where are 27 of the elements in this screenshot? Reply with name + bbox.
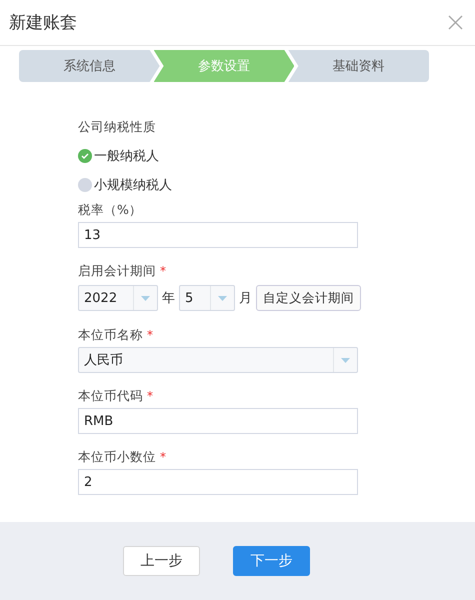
section-label: 公司纳税性质 (78, 118, 156, 135)
close-icon[interactable] (448, 15, 463, 30)
step-tab[interactable]: 基础资料 (288, 50, 430, 82)
field-label: 税率（%） (78, 201, 142, 218)
text-field[interactable]: 2 (78, 469, 358, 495)
required-mark: * (160, 264, 166, 278)
custom-period-button[interactable]: 自定义会计期间 (256, 285, 361, 311)
currency-dropdown[interactable]: 人民币 (78, 347, 358, 373)
required-mark: * (160, 450, 166, 464)
field-label: 本位币代码 (78, 387, 143, 404)
next-button[interactable]: 下一步 (233, 546, 310, 576)
year-dropdown[interactable]: 2022 (78, 285, 158, 311)
text-field[interactable]: 13 (78, 222, 358, 248)
field-label: 本位币小数位 (78, 448, 156, 465)
field-label: 本位币名称 (78, 326, 143, 343)
month-dropdown[interactable]: 5 (179, 285, 235, 311)
unit-label: 年 (162, 290, 175, 307)
dialog-title: 新建账套 (9, 12, 77, 34)
required-mark: * (147, 388, 153, 402)
back-button[interactable]: 上一步 (123, 546, 200, 576)
radio-option[interactable]: 一般纳税人 (78, 141, 436, 170)
text-field[interactable]: RMB (78, 408, 358, 434)
unit-label: 月 (239, 290, 252, 307)
field-label: 启用会计期间 (78, 262, 156, 279)
step-tab[interactable]: 系统信息 (19, 50, 160, 82)
radio-option[interactable]: 小规模纳税人 (78, 170, 436, 199)
required-mark: * (147, 328, 153, 342)
